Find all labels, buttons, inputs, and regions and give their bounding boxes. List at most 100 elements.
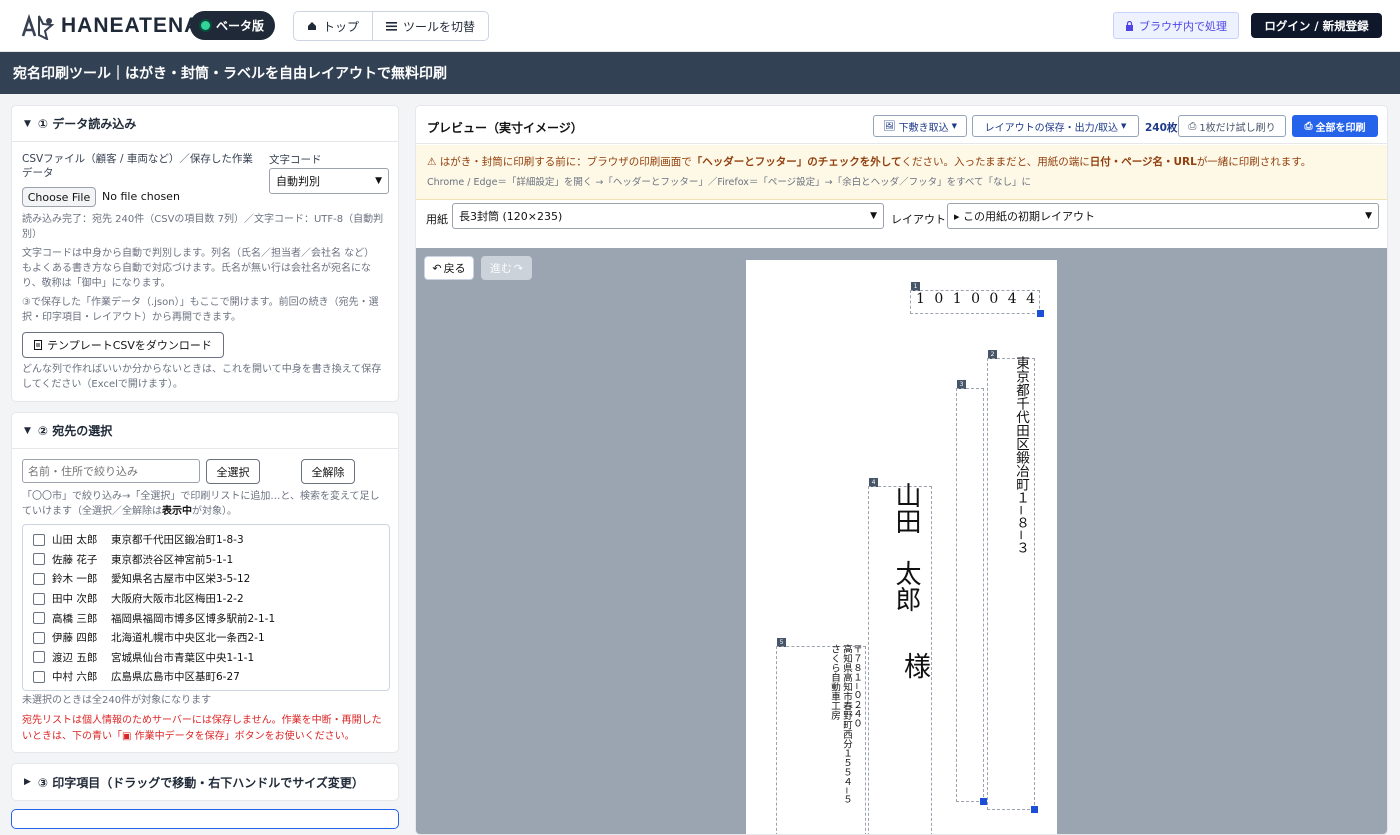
draft-import-label: 下敷き取込: [898, 122, 949, 134]
collapse-triangle-icon: ▼: [24, 118, 31, 129]
recipient-name: 伊藤 四郎: [52, 632, 98, 645]
recipient-name: 高橋 三郎: [52, 612, 98, 625]
logo[interactable]: HANEATENA: [19, 12, 200, 40]
checkbox[interactable]: [33, 572, 45, 585]
resize-handle[interactable]: [1031, 806, 1038, 813]
privacy-note: 宛先リストは個人情報のためサーバーには保存しません。作業を中断・再開したいときは…: [22, 713, 386, 745]
resize-handle[interactable]: [980, 798, 987, 805]
save-icon: ▣: [122, 731, 135, 742]
encoding-note: 文字コードは中身から自動で判別します。列名（氏名／担当者／会社名 など）もよくあ…: [22, 248, 375, 289]
forward-button[interactable]: 進む ↷: [481, 256, 532, 280]
privacy-note-c: 」ボタンをお使いください。: [224, 731, 355, 742]
print-items-panel: ▶ ③ 印字項目（ドラッグで移動・右下ハンドルでサイズ変更）: [11, 763, 399, 801]
recipient-address: 愛知県名古屋市中区栄3-5-12: [111, 573, 251, 586]
nav-top-button[interactable]: トップ: [294, 12, 372, 40]
list-item[interactable]: 中村 六郎 広島県広島市中区基町6-27: [23, 667, 389, 687]
collapse-triangle-icon: ▼: [24, 425, 31, 436]
nav-group: トップ ツールを切替: [293, 11, 490, 41]
printer-icon: ⎙: [1188, 120, 1197, 132]
preview-stage: ↶ 戻る 進む ↷ 1 1 0 1 0 0 4 4 2 東京都千代田区鍛冶町１−８−…: [416, 248, 1387, 834]
checkbox[interactable]: [33, 533, 45, 546]
list-item[interactable]: 田中 次郎 大阪府大阪市北区梅田1-2-2: [23, 589, 389, 609]
recipient-select-panel: ▼ ② 宛先の選択 全選択 全解除 「〇〇市」で絞り込み→「全選択」で印刷リスト…: [11, 412, 399, 753]
choose-file-button[interactable]: Choose File: [22, 187, 96, 207]
print-items-title: ③ 印字項目（ドラッグで移動・右下ハンドルでサイズ変更）: [37, 775, 364, 790]
recipient-address-text: 東京都千代田区鍛冶町１−８−３: [1013, 356, 1029, 555]
list-item[interactable]: 渡辺 五郎 宮城県仙台市青葉区中央1-1-1: [23, 648, 389, 668]
layout-select[interactable]: ▸ この用紙の初期レイアウト ▼: [947, 203, 1379, 229]
checkbox[interactable]: [33, 612, 45, 625]
beta-label: ベータ版: [216, 19, 265, 33]
recipient-name-text: 山田 太郎: [891, 482, 921, 612]
back-button[interactable]: ↶ 戻る: [424, 256, 474, 280]
sender-name-text: さくら自動車工房: [829, 644, 840, 720]
list-item[interactable]: 高橋 三郎 福岡県福岡市博多区博多駅前2-1-1: [23, 608, 389, 628]
data-import-header[interactable]: ▼ ① データ読み込み: [12, 106, 398, 142]
checkbox[interactable]: [33, 651, 45, 664]
import-status: 読み込み完了：宛先 240件（CSVの項目数 7列）／文字コード：UTF-8（自…: [22, 214, 384, 240]
json-note: ③で保存した「作業データ（.json）」もここで開けます。前回の続き（宛先・選択…: [22, 297, 379, 323]
print-warning-main: ⚠ はがき・封筒に印刷する前に：ブラウザの印刷画面で「ヘッダーとフッター」のチェ…: [427, 154, 1311, 169]
chevron-down-icon: ▼: [951, 122, 958, 130]
paper-label: 用紙: [426, 213, 448, 226]
nav-switch-label: ツールを切替: [403, 19, 476, 34]
recipient-select-header[interactable]: ▼ ② 宛先の選択: [12, 413, 398, 449]
undo-icon: ↶: [432, 261, 442, 275]
status-dot-icon: [201, 21, 210, 30]
login-button[interactable]: ログイン / 新規登録: [1251, 13, 1382, 38]
layout-value: ▸ この用紙の初期レイアウト: [954, 210, 1096, 223]
sender-address-text: 高知県高知市春野町西分１５５４−５: [841, 644, 852, 804]
print-count: 240枚: [1145, 122, 1178, 134]
top-bar: HANEATENA ベータ版 トップ ツールを切替 ブラウザ内で処理 ログイン …: [0, 0, 1400, 52]
print-items-header[interactable]: ▶ ③ 印字項目（ドラッグで移動・右下ハンドルでサイズ変更）: [12, 764, 398, 800]
lock-icon: [1126, 20, 1133, 31]
filter-hint: 「〇〇市」で絞り込み→「全選択」で印刷リストに追加…と、検索を変えて足していけま…: [22, 489, 384, 519]
preview-panel: プレビュー（実寸イメージ） 🖼 下敷き取込 ▼ レイアウトの保存・出力/取込 ▼ 24…: [415, 105, 1388, 835]
layout-save-button[interactable]: レイアウトの保存・出力/取込 ▼: [972, 115, 1139, 137]
chevron-down-icon: ▼: [375, 176, 382, 186]
paper-select[interactable]: 長3封筒 (120×235) ▼: [452, 203, 884, 229]
test-print-button[interactable]: ⎙ 1枚だけ試し刷り: [1178, 115, 1286, 137]
list-item[interactable]: 鈴木 一郎 愛知県名古屋市中区栄3-5-12: [23, 569, 389, 589]
privacy-note-b: 作業中データを保存: [134, 731, 225, 742]
logo-icon: [21, 13, 55, 40]
chevron-down-icon: ▼: [1120, 122, 1127, 130]
filter-input[interactable]: [22, 459, 200, 483]
template-download-button[interactable]: テンプレートCSVをダウンロード: [22, 332, 224, 358]
warning-icon: ⚠: [427, 156, 440, 168]
menu-icon: [386, 22, 398, 31]
recipient-address: 大阪府大阪市北区梅田1-2-2: [111, 593, 244, 606]
image-icon: 🖼: [882, 120, 896, 132]
select-all-button[interactable]: 全選択: [206, 459, 260, 484]
print-all-button[interactable]: ⎙ 全部を印刷: [1292, 115, 1378, 137]
list-item[interactable]: 伊藤 四郎 北海道札幌市中央区北一条西2-1: [23, 628, 389, 648]
resize-handle[interactable]: [1037, 310, 1044, 317]
recipient-address: 東京都千代田区鍛冶町1-8-3: [111, 534, 244, 547]
list-item[interactable]: 山田 太郎 東京都千代田区鍛冶町1-8-3: [23, 530, 389, 550]
printer-icon: ⎙: [1304, 120, 1313, 132]
recipient-list[interactable]: 山田 太郎 東京都千代田区鍛冶町1-8-3 佐藤 花子 東京都渋谷区神宮前5-1-1…: [22, 524, 390, 691]
forward-label: 進む: [489, 262, 512, 275]
print-all-label: 全部を印刷: [1315, 122, 1366, 134]
warning-b: 「ヘッダーとフッター」のチェックを外して: [691, 156, 902, 168]
save-panel-edge: [11, 809, 399, 829]
checkbox[interactable]: [33, 553, 45, 566]
draft-import-button[interactable]: 🖼 下敷き取込 ▼: [873, 115, 967, 137]
layout-label: レイアウト: [891, 213, 946, 226]
back-label: 戻る: [443, 262, 466, 275]
warning-a: はがき・封筒に印刷する前に：ブラウザの印刷画面で: [439, 156, 692, 168]
redo-icon: ↷: [513, 261, 524, 275]
warning-e: が一緒に印刷されます。: [1196, 156, 1312, 168]
checkbox[interactable]: [33, 670, 45, 683]
expand-triangle-icon: ▶: [24, 777, 31, 787]
clear-all-button[interactable]: 全解除: [301, 459, 355, 484]
checkbox[interactable]: [33, 592, 45, 605]
checkbox[interactable]: [33, 631, 45, 644]
nav-switch-button[interactable]: ツールを切替: [372, 12, 488, 40]
list-item[interactable]: 佐藤 花子 東京都渋谷区神宮前5-1-1: [23, 550, 389, 570]
postal-code: 1 0 1 0 0 4 4: [916, 291, 1038, 307]
recipient-name: 田中 次郎: [52, 593, 98, 606]
address-line2-box[interactable]: [956, 388, 984, 802]
data-import-panel: ▼ ① データ読み込み CSVファイル（顧客 / 車両など）／保存した作業データ…: [11, 105, 399, 402]
encoding-select[interactable]: 自動判別 ▼: [269, 168, 389, 194]
